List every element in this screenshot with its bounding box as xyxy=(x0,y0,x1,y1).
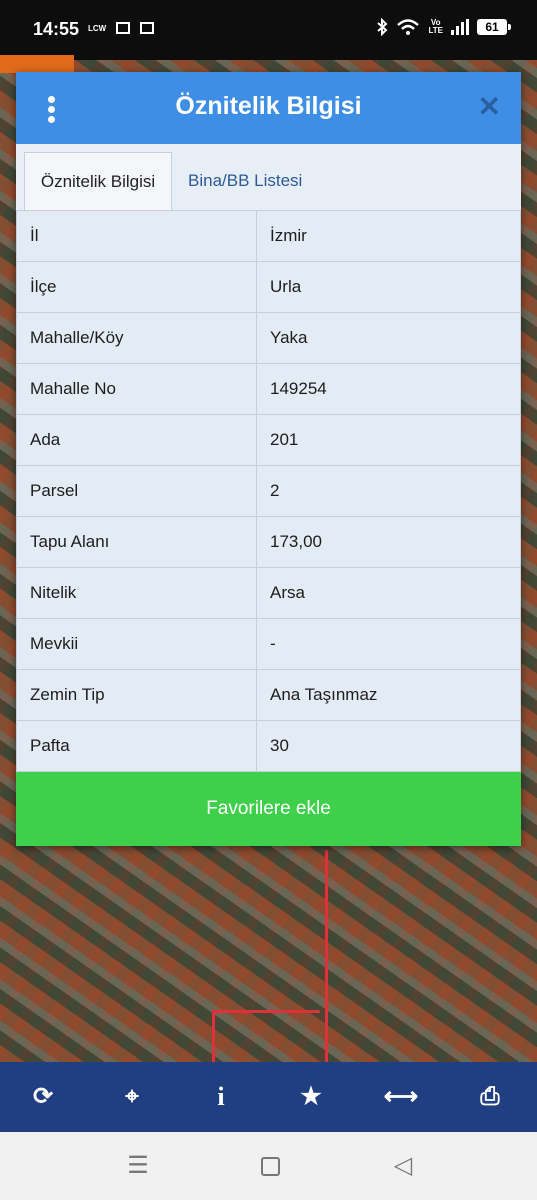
table-row: Mahalle/Köy Yaka xyxy=(16,312,521,364)
attribute-key: Nitelik xyxy=(16,567,257,619)
attribute-value: 30 xyxy=(256,720,521,772)
tab-attribute-info[interactable]: Öznitelik Bilgisi xyxy=(24,152,172,210)
attribute-key: Mevkii xyxy=(16,618,257,670)
menu-icon[interactable]: ☰ xyxy=(108,1132,168,1200)
star-icon[interactable]: ★ xyxy=(286,1062,336,1132)
notification-icon xyxy=(116,22,130,34)
attribute-value: 201 xyxy=(256,414,521,466)
table-row: Nitelik Arsa xyxy=(16,567,521,619)
attribute-key: Pafta xyxy=(16,720,257,772)
table-row: İl İzmir xyxy=(16,210,521,262)
print-icon[interactable]: ⎙ xyxy=(465,1062,515,1132)
attribute-value: 149254 xyxy=(256,363,521,415)
close-icon[interactable]: ✕ xyxy=(478,92,501,122)
attribute-dialog: Öznitelik Bilgisi ✕ Öznitelik Bilgisi Bi… xyxy=(16,72,521,846)
status-bar: 14:55 LCW Vo LTE 61 xyxy=(0,0,537,60)
dialog-title: Öznitelik Bilgisi xyxy=(175,92,362,120)
attribute-key: Zemin Tip xyxy=(16,669,257,721)
notification-icon xyxy=(140,22,154,34)
status-icons: Vo LTE 61 xyxy=(376,18,511,36)
wifi-icon xyxy=(397,19,420,35)
home-icon[interactable] xyxy=(240,1132,300,1200)
back-icon[interactable]: ◁ xyxy=(373,1132,433,1200)
attribute-key: Tapu Alanı xyxy=(16,516,257,568)
status-time: 14:55 xyxy=(33,19,80,39)
table-row: Tapu Alanı 173,00 xyxy=(16,516,521,568)
locate-icon[interactable]: ⌖ xyxy=(107,1062,157,1132)
table-row: Mevkii - xyxy=(16,618,521,670)
tab-building-list[interactable]: Bina/BB Listesi xyxy=(188,152,302,209)
tab-bar: Öznitelik Bilgisi Bina/BB Listesi xyxy=(16,144,521,211)
battery-icon: 61 xyxy=(477,19,511,35)
dialog-header: Öznitelik Bilgisi ✕ xyxy=(16,72,521,144)
system-nav-bar: ☰ ◁ xyxy=(0,1132,537,1200)
add-to-favorites-button[interactable]: Favorilere ekle xyxy=(16,772,521,846)
attribute-value: 173,00 xyxy=(256,516,521,568)
bluetooth-icon xyxy=(377,18,388,36)
signal-icon xyxy=(451,19,469,35)
attribute-key: Parsel xyxy=(16,465,257,517)
bottom-toolbar: ⟳ ⌖ i ★ ⟷ ⎙ xyxy=(0,1062,537,1132)
info-icon[interactable]: i xyxy=(196,1062,246,1132)
attribute-value: Yaka xyxy=(256,312,521,364)
attribute-value: 2 xyxy=(256,465,521,517)
carrier-label: LCW xyxy=(88,24,107,33)
refresh-icon[interactable]: ⟳ xyxy=(18,1062,68,1132)
table-row: Pafta 30 xyxy=(16,720,521,772)
table-row: Mahalle No 149254 xyxy=(16,363,521,415)
attribute-value: Ana Taşınmaz xyxy=(256,669,521,721)
measure-icon[interactable]: ⟷ xyxy=(376,1062,426,1132)
attribute-value: İzmir xyxy=(256,210,521,262)
attribute-value: - xyxy=(256,618,521,670)
attribute-key: İl xyxy=(16,210,257,262)
table-row: Zemin Tip Ana Taşınmaz xyxy=(16,669,521,721)
attribute-table: İl İzmir İlçe Urla Mahalle/Köy Yaka Mahalle No… xyxy=(16,210,521,772)
table-row: Ada 201 xyxy=(16,414,521,466)
map-layer-patch xyxy=(0,55,74,73)
attribute-value: Urla xyxy=(256,261,521,313)
table-row: İlçe Urla xyxy=(16,261,521,313)
attribute-key: İlçe xyxy=(16,261,257,313)
attribute-key: Mahalle/Köy xyxy=(16,312,257,364)
attribute-key: Mahalle No xyxy=(16,363,257,415)
table-row: Parsel 2 xyxy=(16,465,521,517)
volte-label: Vo LTE xyxy=(428,18,443,35)
attribute-value: Arsa xyxy=(256,567,521,619)
attribute-key: Ada xyxy=(16,414,257,466)
